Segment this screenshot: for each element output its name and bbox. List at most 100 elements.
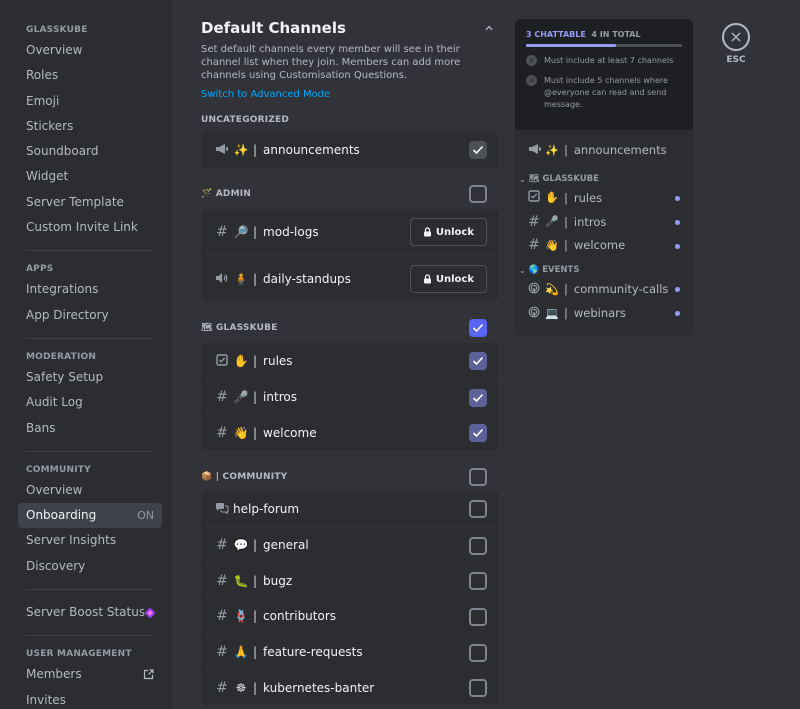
unread-dot [675,311,680,317]
channel-separator: | [253,271,258,286]
channel-preview-panel: 3 CHATTABLE 4 IN TOTAL ✕ Must include at … [515,19,693,336]
hashtag-icon: # [216,224,228,240]
sidebar-divider [26,635,154,637]
channel-checkbox[interactable] [469,643,487,662]
announcement-icon [215,143,229,157]
channel-checkbox[interactable] [469,572,487,591]
preview-category-header: ⌄ 🗺 GLASSKUBE [515,166,693,186]
sidebar-divider [26,337,154,339]
requirement-item: ✕ Must include 5 channels where @everyone… [526,75,682,111]
channel-separator: | [564,238,568,253]
channel-checkbox[interactable] [469,424,487,443]
sidebar-item-members[interactable]: Members [18,662,162,687]
channel-separator: | [253,573,258,588]
channel-checkbox[interactable] [469,388,487,407]
channel-checkbox[interactable] [469,500,487,518]
sidebar-item-emoji[interactable]: Emoji [18,89,162,114]
requirements-box: 3 CHATTABLE 4 IN TOTAL ✕ Must include at … [515,19,693,130]
chevron-up-icon[interactable] [485,24,493,32]
hashtag-icon: # [216,608,228,625]
sidebar-item-server-template[interactable]: Server Template [18,190,162,215]
unlock-button[interactable]: Unlock [409,265,487,293]
channel-emoji: 🔎 [233,225,249,239]
channel-name: feature-requests [263,645,363,660]
channel-row-daily-standups[interactable]: 🧍 | daily-standups Unlock [201,255,499,301]
sidebar-item-label: Members [26,667,82,682]
requirement-x-icon: ✕ [526,55,537,66]
channel-row-welcome[interactable]: # 👋 | welcome [201,414,499,450]
sidebar-item-stickers[interactable]: Stickers [18,114,162,139]
channel-row-rules[interactable]: ✋ | rules [201,343,499,379]
channel-separator: | [564,143,568,157]
sidebar-item-overview[interactable]: Overview [18,478,162,503]
requirement-text: Must include at least 7 channels [544,56,674,65]
sidebar-item-bans[interactable]: Bans [18,416,162,441]
close-button[interactable] [722,23,750,51]
channel-checkbox[interactable] [469,141,487,159]
sidebar-item-discovery[interactable]: Discovery [18,554,162,579]
sidebar-item-audit-log[interactable]: Audit Log [18,390,162,415]
sidebar-item-custom-invite-link[interactable]: Custom Invite Link [18,215,162,240]
preview-channel-announcements: ✨ | announcements [515,134,693,166]
hashtag-icon: # [216,424,228,441]
sidebar-item-app-directory[interactable]: App Directory [18,303,162,328]
sidebar-divider [26,450,154,452]
channel-counts: 3 CHATTABLE 4 IN TOTAL [526,30,682,39]
channel-name: community-calls [573,282,669,297]
channel-row-contributors[interactable]: # 🪢 | contributors [201,598,499,634]
channel-separator: | [253,142,258,157]
channel-name: announcements [263,142,360,157]
sidebar-item-server-insights[interactable]: Server Insights [18,528,162,553]
sidebar-item-invites[interactable]: Invites [18,688,162,709]
sidebar-item-widget[interactable]: Widget [18,164,162,189]
channel-name: rules [573,190,603,205]
channel-row-feature-requests[interactable]: # 🙏 | feature-requests [201,633,499,670]
announcement-icon [528,143,541,158]
sidebar-item-safety-setup[interactable]: Safety Setup [18,365,162,390]
hashtag-icon: # [528,213,540,230]
channel-emoji: ✋ [233,353,249,368]
channel-name: announcements [573,143,667,157]
channel-name: webinars [573,306,626,321]
sidebar-item-integrations[interactable]: Integrations [18,277,162,302]
channel-checkbox[interactable] [469,536,487,555]
channel-checkbox[interactable] [469,679,487,698]
advanced-mode-link[interactable]: Switch to Advanced Mode [201,89,330,100]
channel-emoji: 💫 [545,282,559,296]
settings-sidebar: GLASSKUBE Overview Roles Emoji Stickers Sound… [0,0,172,709]
channel-row-announcements[interactable]: ✨ | announcements [201,132,499,168]
channel-row-bugz[interactable]: # 🐛 | bugz [201,562,499,598]
channel-row-intros[interactable]: # 🎤 | intros [201,378,499,415]
sidebar-item-label: Invites [26,692,66,707]
community-category-checkbox[interactable] [469,468,487,486]
sidebar-item-onboarding[interactable]: Onboarding ON [18,503,162,529]
requirement-x-icon: ✕ [526,75,537,86]
preview-category-header: ⌄ 🌎 EVENTS [515,257,693,277]
channel-emoji: 👋 [233,425,249,440]
requirements-progress-bar [526,44,682,47]
community-category-label: 📦 | COMMUNITY [201,472,288,482]
admin-category-checkbox[interactable] [469,185,487,203]
chevron-down-icon: ⌄ [519,175,526,184]
unlock-button[interactable]: Unlock [409,218,487,246]
close-settings[interactable]: ESC [722,23,750,65]
sidebar-item-server-boost-status[interactable]: Server Boost Status [18,600,162,625]
channel-row-general[interactable]: # 💬 | general [201,526,499,563]
glasskube-category-checkbox[interactable] [469,319,487,337]
hashtag-icon: # [216,389,228,406]
sidebar-item-label: Server Template [26,194,124,209]
sidebar-item-label: Safety Setup [26,369,104,384]
channel-row-kubernetes-banter[interactable]: # ☸ | kubernetes-banter [201,669,499,705]
stage-icon [528,282,540,297]
sidebar-item-overview[interactable]: Overview [18,38,162,63]
channel-name: intros [573,214,607,229]
channel-checkbox[interactable] [469,608,487,627]
sidebar-item-soundboard[interactable]: Soundboard [18,139,162,164]
sidebar-item-roles[interactable]: Roles [18,63,162,88]
channel-checkbox[interactable] [469,352,487,370]
channel-emoji: ✨ [233,142,249,157]
channel-row-help-forum[interactable]: help-forum [201,491,499,527]
channel-emoji: 🙏 [233,645,249,660]
channel-row-mod-logs[interactable]: # 🔎 | mod-logs Unlock [201,209,499,255]
channel-separator: | [253,353,258,368]
